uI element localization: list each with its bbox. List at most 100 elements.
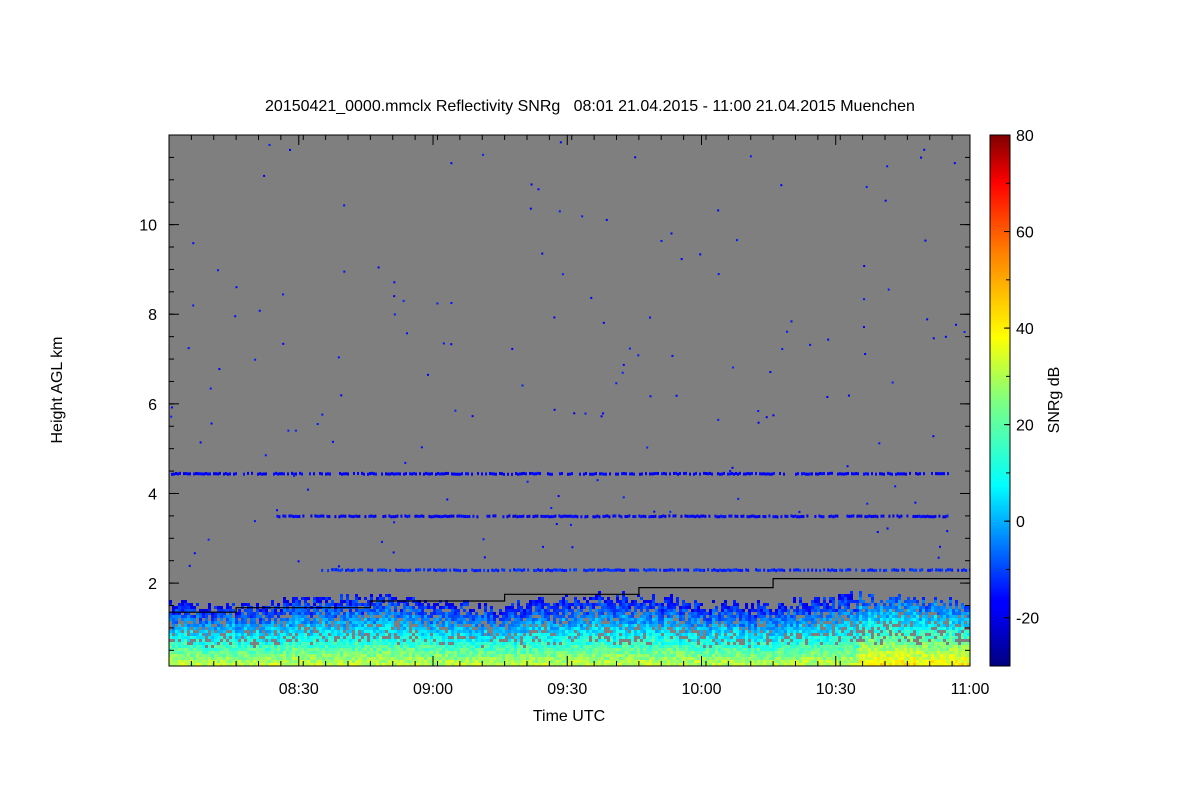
heatmap-cell xyxy=(853,660,856,663)
heatmap-cell xyxy=(547,654,550,657)
heatmap-cell xyxy=(514,642,517,645)
heatmap-cell xyxy=(289,627,292,630)
heatmap-cell xyxy=(847,645,850,648)
heatmap-cell xyxy=(598,654,601,657)
heatmap-cell xyxy=(715,630,718,633)
heatmap-cell xyxy=(751,660,754,663)
echo-band-cell xyxy=(235,472,237,476)
heatmap-cell xyxy=(238,657,241,660)
heatmap-cell xyxy=(433,645,436,648)
heatmap-cell xyxy=(463,648,466,651)
heatmap-cell xyxy=(853,627,856,630)
heatmap-cell xyxy=(424,618,427,621)
heatmap-cell xyxy=(865,651,868,654)
heatmap-cell xyxy=(418,651,421,654)
heatmap-cell xyxy=(280,624,283,627)
heatmap-cell xyxy=(511,654,514,657)
heatmap-cell xyxy=(607,657,610,660)
heatmap-cell xyxy=(895,600,898,603)
heatmap-cell xyxy=(370,645,373,648)
heatmap-cell xyxy=(226,654,229,657)
echo-band-cell xyxy=(345,472,347,476)
heatmap-cell xyxy=(478,618,481,621)
heatmap-cell xyxy=(706,639,709,642)
heatmap-cell xyxy=(724,627,727,630)
heatmap-cell xyxy=(649,657,652,660)
heatmap-cell xyxy=(580,621,583,624)
heatmap-cell xyxy=(235,639,238,642)
heatmap-cell xyxy=(556,660,559,663)
heatmap-cell xyxy=(487,633,490,636)
heatmap-cell xyxy=(916,630,919,633)
heatmap-cell xyxy=(583,630,586,633)
heatmap-cell xyxy=(190,633,193,636)
heatmap-cell xyxy=(943,612,946,615)
heatmap-cell xyxy=(232,648,235,651)
heatmap-cell xyxy=(634,606,637,609)
heatmap-cell xyxy=(388,624,391,627)
heatmap-cell xyxy=(646,606,649,609)
heatmap-cell xyxy=(778,606,781,609)
heatmap-cell xyxy=(613,654,616,657)
heatmap-cell xyxy=(922,624,925,627)
heatmap-cell xyxy=(685,639,688,642)
heatmap-cell xyxy=(589,615,592,618)
heatmap-cell xyxy=(856,615,859,618)
heatmap-cell xyxy=(598,660,601,663)
heatmap-cell xyxy=(541,657,544,660)
heatmap-cell xyxy=(910,618,913,621)
heatmap-cell xyxy=(448,657,451,660)
heatmap-cell xyxy=(586,612,589,615)
heatmap-cell xyxy=(925,642,928,645)
heatmap-cell xyxy=(685,648,688,651)
heatmap-cell xyxy=(781,630,784,633)
heatmap-cell xyxy=(337,660,340,663)
heatmap-cell xyxy=(886,636,889,639)
heatmap-cell xyxy=(511,651,514,654)
heatmap-cell xyxy=(214,636,217,639)
heatmap-cell xyxy=(385,612,388,615)
heatmap-cell xyxy=(697,624,700,627)
heatmap-cell xyxy=(508,609,511,612)
heatmap-cell xyxy=(766,648,769,651)
heatmap-cell xyxy=(814,630,817,633)
heatmap-cell xyxy=(628,621,631,624)
heatmap-cell xyxy=(943,618,946,621)
heatmap-cell xyxy=(442,633,445,636)
heatmap-cell xyxy=(772,651,775,654)
heatmap-cell xyxy=(445,624,448,627)
heatmap-cell xyxy=(409,648,412,651)
heatmap-cell xyxy=(736,660,739,663)
heatmap-cell xyxy=(562,612,565,615)
heatmap-cell xyxy=(571,621,574,624)
heatmap-cell xyxy=(322,645,325,648)
heatmap-cell xyxy=(595,621,598,624)
heatmap-cell xyxy=(793,651,796,654)
heatmap-cell xyxy=(598,615,601,618)
heatmap-cell xyxy=(325,618,328,621)
heatmap-cell xyxy=(388,639,391,642)
heatmap-cell xyxy=(736,612,739,615)
heatmap-cell xyxy=(697,603,700,606)
heatmap-cell xyxy=(748,627,751,630)
heatmap-cell xyxy=(898,597,901,600)
heatmap-cell xyxy=(328,615,331,618)
heatmap-cell xyxy=(856,654,859,657)
heatmap-cell xyxy=(790,606,793,609)
heatmap-cell xyxy=(337,612,340,615)
heatmap-cell xyxy=(532,600,535,603)
heatmap-cell xyxy=(577,603,580,606)
heatmap-cell xyxy=(634,612,637,615)
heatmap-cell xyxy=(880,600,883,603)
heatmap-cell xyxy=(649,603,652,606)
heatmap-cell xyxy=(595,654,598,657)
heatmap-cell xyxy=(934,660,937,663)
heatmap-cell xyxy=(583,651,586,654)
heatmap-cell xyxy=(766,654,769,657)
heatmap-cell xyxy=(316,633,319,636)
heatmap-cell xyxy=(751,606,754,609)
heatmap-cell xyxy=(730,609,733,612)
heatmap-cell xyxy=(235,654,238,657)
heatmap-cell xyxy=(742,657,745,660)
heatmap-cell xyxy=(664,648,667,651)
